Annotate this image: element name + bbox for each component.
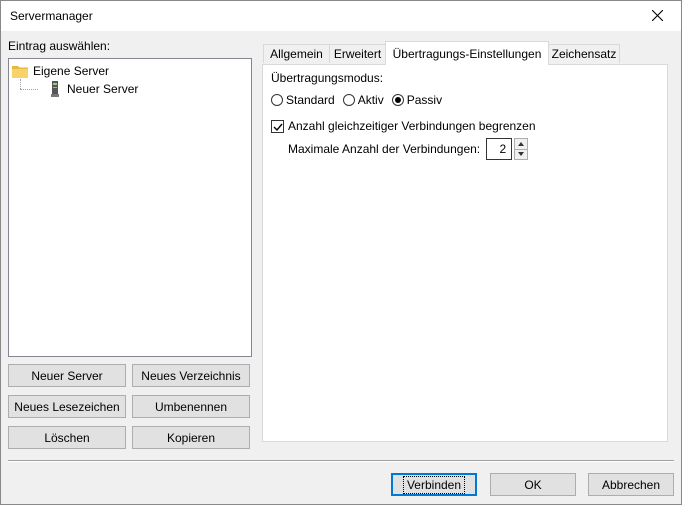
footer-separator <box>8 460 674 462</box>
tree-item-new-server[interactable]: Neuer Server <box>49 80 140 98</box>
tree-item-label: Neuer Server <box>67 82 139 96</box>
chevron-down-icon <box>518 152 525 157</box>
max-connections-input[interactable]: 2 <box>486 138 513 160</box>
rename-button[interactable]: Umbenennen <box>132 395 250 418</box>
folder-icon <box>12 66 28 78</box>
tab-transfer-settings[interactable]: Übertragungs-Einstellungen <box>385 41 549 65</box>
tab-general[interactable]: Allgemein <box>263 44 330 63</box>
title-bar: Servermanager <box>1 1 681 31</box>
limit-connections-checkbox[interactable]: Anzahl gleichzeitiger Verbindungen begre… <box>271 119 536 133</box>
max-connections-stepper <box>514 138 529 160</box>
connect-button[interactable]: Verbinden <box>391 473 477 496</box>
radio-passive[interactable]: Passiv <box>391 93 442 107</box>
radio-indicator <box>271 94 283 106</box>
tree-item-own-servers[interactable]: Eigene Server <box>12 62 109 80</box>
checkbox-indicator <box>271 119 284 133</box>
ok-button[interactable]: OK <box>490 473 576 496</box>
transfer-settings-panel: Übertragungsmodus: Standard Aktiv Passiv <box>262 64 668 442</box>
window-title: Servermanager <box>10 9 93 23</box>
server-icon <box>51 81 59 97</box>
tab-advanced[interactable]: Erweitert <box>329 44 386 63</box>
radio-standard[interactable]: Standard <box>271 93 335 107</box>
entry-select-label: Eintrag auswählen: <box>8 39 111 53</box>
tree-item-label: Eigene Server <box>33 64 110 78</box>
new-server-button[interactable]: Neuer Server <box>8 364 126 387</box>
radio-indicator <box>342 94 355 106</box>
tab-charset[interactable]: Zeichensatz <box>548 44 620 63</box>
stepper-down-button[interactable] <box>514 149 529 160</box>
delete-button[interactable]: Löschen <box>8 426 126 449</box>
radio-active[interactable]: Aktiv <box>342 93 384 107</box>
radio-indicator <box>391 94 404 106</box>
stepper-up-button[interactable] <box>514 138 529 150</box>
chevron-up-icon <box>518 141 525 146</box>
cancel-button[interactable]: Abbrechen <box>588 473 674 496</box>
tree-connector <box>20 89 38 90</box>
transfer-mode-label: Übertragungsmodus: <box>271 71 384 85</box>
checkmark-icon <box>273 123 283 131</box>
close-icon <box>652 10 663 21</box>
servermanager-dialog: Servermanager Eintrag auswählen: Eigene … <box>0 0 682 505</box>
copy-button[interactable]: Kopieren <box>132 426 250 449</box>
max-connections-row: Maximale Anzahl der Verbindungen: 2 <box>288 138 529 160</box>
close-button[interactable] <box>635 1 681 31</box>
max-connections-label: Maximale Anzahl der Verbindungen: <box>288 142 481 156</box>
server-tree[interactable]: Eigene Server Neuer Server <box>8 58 252 357</box>
tree-connector <box>20 79 21 89</box>
transfer-mode-group: Standard Aktiv Passiv <box>271 93 450 107</box>
new-directory-button[interactable]: Neues Verzeichnis <box>132 364 250 387</box>
new-bookmark-button[interactable]: Neues Lesezeichen <box>8 395 126 418</box>
